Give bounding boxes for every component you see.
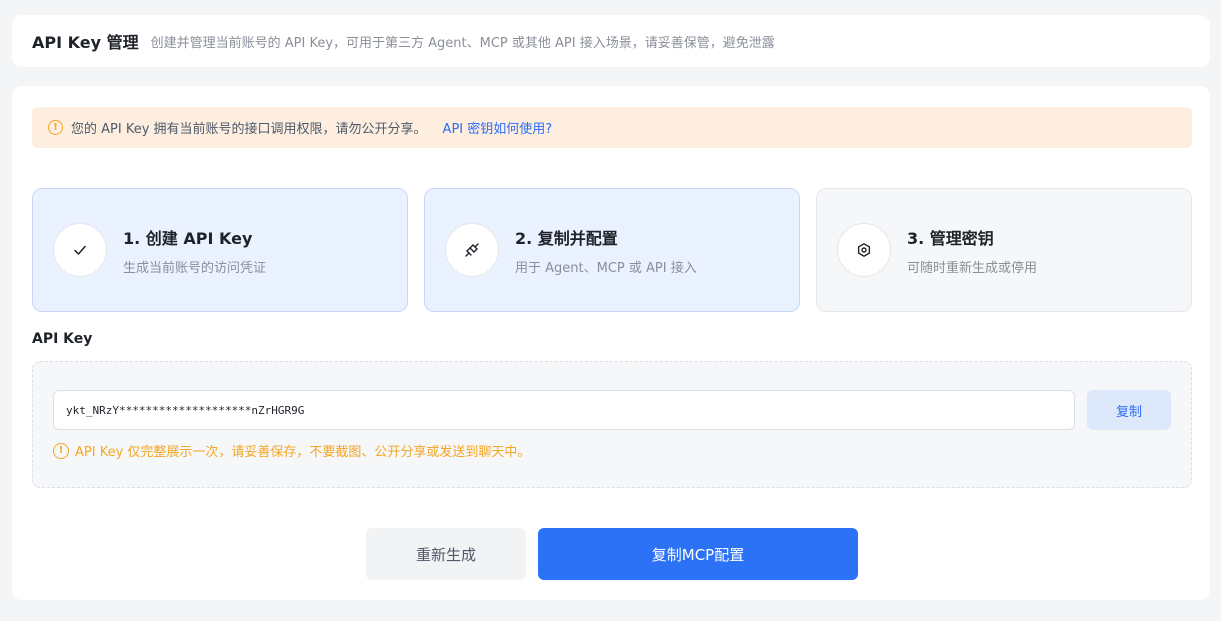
api-key-box: 复制 ! API Key 仅完整展示一次，请妥善保存，不要截图、公开分享或发送到… (32, 361, 1192, 488)
plug-icon (445, 223, 499, 277)
usage-help-link[interactable]: API 密钥如何使用? (443, 118, 553, 137)
api-key-label: API Key (32, 331, 93, 347)
notice-text: 您的 API Key 拥有当前账号的接口调用权限，请勿公开分享。 (71, 122, 427, 137)
check-icon (53, 223, 107, 277)
step-desc: 用于 Agent、MCP 或 API 接入 (515, 260, 697, 276)
copy-key-button[interactable]: 复制 (1087, 390, 1171, 430)
key-warning: ! API Key 仅完整展示一次，请妥善保存，不要截图、公开分享或发送到聊天中… (53, 441, 530, 460)
step-title: 3. 管理密钥 (907, 228, 994, 248)
step-title: 1. 创建 API Key (123, 228, 253, 248)
copy-mcp-config-button[interactable]: 复制MCP配置 (538, 528, 858, 580)
step-manage-keys: 3. 管理密钥 可随时重新生成或停用 (816, 188, 1192, 312)
page-header: API Key 管理 创建并管理当前账号的 API Key，可用于第三方 Age… (12, 15, 1210, 67)
step-title: 2. 复制并配置 (515, 228, 618, 248)
step-create-key: 1. 创建 API Key 生成当前账号的访问凭证 (32, 188, 408, 312)
regenerate-button[interactable]: 重新生成 (366, 528, 526, 580)
security-notice: ! 您的 API Key 拥有当前账号的接口调用权限，请勿公开分享。 API 密… (32, 107, 1192, 148)
hexagon-settings-icon (837, 223, 891, 277)
warning-icon: ! (53, 442, 69, 459)
page-title: API Key 管理 (32, 33, 139, 52)
info-warning-icon: ! (48, 120, 63, 135)
api-key-input[interactable] (53, 390, 1075, 430)
api-key-panel: ! 您的 API Key 拥有当前账号的接口调用权限，请勿公开分享。 API 密… (12, 86, 1210, 600)
key-warning-text: API Key 仅完整展示一次，请妥善保存，不要截图、公开分享或发送到聊天中。 (75, 445, 531, 460)
step-desc: 生成当前账号的访问凭证 (123, 260, 267, 276)
step-desc: 可随时重新生成或停用 (907, 260, 1038, 276)
page-subtitle: 创建并管理当前账号的 API Key，可用于第三方 Agent、MCP 或其他 … (150, 35, 775, 51)
step-copy-config: 2. 复制并配置 用于 Agent、MCP 或 API 接入 (424, 188, 800, 312)
